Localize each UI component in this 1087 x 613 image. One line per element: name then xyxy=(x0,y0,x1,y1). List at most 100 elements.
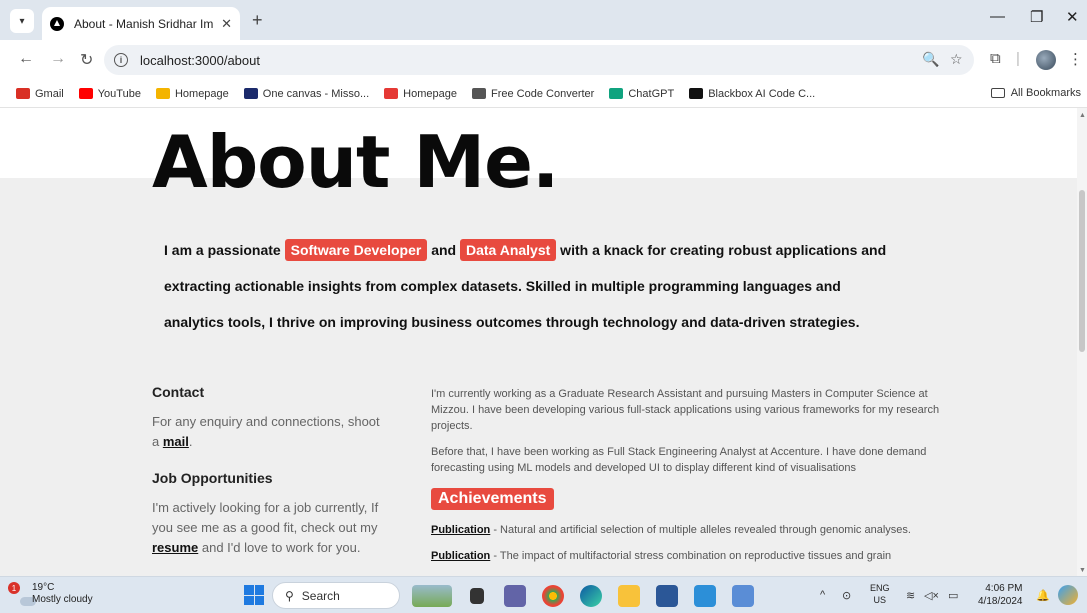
task-view-icon[interactable] xyxy=(470,588,484,604)
right-column: I'm currently working as a Graduate Rese… xyxy=(431,386,941,574)
tray-app-icon[interactable]: ⊙ xyxy=(842,589,851,602)
publication-text: - The impact of multifactorial stress co… xyxy=(490,550,892,562)
bookmark-item[interactable]: Free Code Converter xyxy=(472,88,594,100)
url-text[interactable]: localhost:3000/about xyxy=(140,53,260,68)
publication-link[interactable]: Publication xyxy=(431,524,490,536)
search-label: Search xyxy=(301,588,340,603)
bookmark-item[interactable]: Blackbox AI Code C... xyxy=(689,88,815,100)
address-bar[interactable]: i localhost:3000/about 🔍 ☆ xyxy=(104,45,974,75)
bookmark-favicon-icon xyxy=(609,88,624,99)
toolbar-divider: | xyxy=(1016,50,1020,67)
weather-text[interactable]: 19°C Mostly cloudy xyxy=(32,582,93,606)
bookmark-star-icon[interactable]: ☆ xyxy=(950,51,963,68)
edge-app-icon[interactable] xyxy=(580,585,602,607)
highlight-software-developer: Software Developer xyxy=(284,239,428,261)
highlight-data-analyst: Data Analyst xyxy=(460,239,557,261)
page-scrollbar[interactable]: ▲ ▼ xyxy=(1077,108,1087,576)
word-app-icon[interactable] xyxy=(656,585,678,607)
jobs-copy-end: and I'd love to work for you. xyxy=(198,540,361,555)
battery-icon[interactable]: ▭ xyxy=(948,589,958,602)
zoom-icon[interactable]: 🔍 xyxy=(922,51,939,68)
volume-icon[interactable]: ◁× xyxy=(924,589,939,602)
bookmark-label: Gmail xyxy=(35,87,64,100)
bookmark-item[interactable]: Gmail xyxy=(16,88,64,100)
scroll-down-icon[interactable]: ▼ xyxy=(1079,567,1086,574)
scroll-thumb[interactable] xyxy=(1079,190,1085,352)
bookmark-favicon-icon xyxy=(689,88,704,99)
widgets-app-icon[interactable] xyxy=(412,585,452,607)
bookmark-item[interactable]: Homepage xyxy=(155,87,229,100)
publication-link[interactable]: Publication xyxy=(431,550,490,562)
intro-text: I am a passionate xyxy=(164,242,285,258)
tab-bar: ▾ About - Manish Sridhar Immac ✕ + — ❐ ✕ xyxy=(0,0,1087,40)
windows-taskbar: 1 19°C Mostly cloudy ⚲ Search ^ ⊙ ENG US… xyxy=(0,576,1087,613)
region-code: US xyxy=(873,595,887,605)
wifi-icon[interactable]: ≋ xyxy=(906,589,915,602)
reload-icon[interactable]: ↻ xyxy=(80,50,93,70)
system-clock[interactable]: 4:06 PM 4/18/2024 xyxy=(978,582,1023,608)
bookmark-item[interactable]: ChatGPT xyxy=(609,88,674,100)
copilot-icon[interactable] xyxy=(1058,585,1078,605)
publication-item: Publication - Natural and artificial sel… xyxy=(431,522,941,538)
bookmark-label: YouTube xyxy=(97,87,141,100)
scroll-up-icon[interactable]: ▲ xyxy=(1079,112,1086,119)
page-content: About Me. I am a passionate Software Dev… xyxy=(0,108,1077,576)
chrome-app-icon[interactable] xyxy=(542,585,564,607)
achievements-heading: Achievements xyxy=(431,488,554,510)
all-bookmarks[interactable]: All Bookmarks xyxy=(990,87,1081,99)
intro-paragraph: I am a passionate Software Developer and… xyxy=(164,232,904,340)
clock-date: 4/18/2024 xyxy=(978,596,1023,607)
bookmark-item[interactable]: YouTube xyxy=(78,87,141,100)
taskbar-search[interactable]: ⚲ Search xyxy=(272,582,400,609)
intro-text: and xyxy=(427,242,460,258)
teams-app-icon[interactable] xyxy=(504,585,526,607)
contact-heading: Contact xyxy=(152,384,205,400)
menu-kebab-icon[interactable]: ⋮ xyxy=(1068,50,1083,68)
notification-bell-icon[interactable]: 🔔 xyxy=(1036,589,1050,602)
bookmark-label: Homepage xyxy=(174,87,229,100)
resume-link[interactable]: resume xyxy=(152,540,198,555)
tray-chevron-icon[interactable]: ^ xyxy=(820,589,825,601)
weather-condition: Mostly cloudy xyxy=(32,594,93,605)
publication-text: - Natural and artificial selection of mu… xyxy=(490,524,911,536)
bio-paragraph: I'm currently working as a Graduate Rese… xyxy=(431,388,940,432)
contact-period: . xyxy=(188,434,193,449)
profile-avatar[interactable] xyxy=(1036,50,1056,70)
vscode-app-icon[interactable] xyxy=(694,585,716,607)
search-icon: ⚲ xyxy=(285,588,294,603)
bookmark-label: Homepage xyxy=(403,87,457,100)
bookmark-item[interactable]: Homepage xyxy=(384,88,457,100)
bookmark-label: ChatGPT xyxy=(628,87,675,100)
windows-start-icon[interactable] xyxy=(244,585,264,605)
bookmark-item[interactable]: One canvas - Misso... xyxy=(243,87,370,100)
bookmark-label: One canvas - Misso... xyxy=(262,87,370,100)
back-arrow-icon[interactable]: ← xyxy=(18,50,34,68)
tab-title: About - Manish Sridhar Immac xyxy=(74,16,214,31)
file-explorer-icon[interactable] xyxy=(618,585,640,607)
all-bookmarks-label: All Bookmarks xyxy=(1010,87,1081,99)
extensions-icon[interactable]: ⧉ xyxy=(990,50,1001,67)
tab-close-icon[interactable]: ✕ xyxy=(221,16,232,32)
photos-app-icon[interactable] xyxy=(732,585,754,607)
minimize-button[interactable]: — xyxy=(990,8,1005,25)
new-tab-button[interactable]: + xyxy=(252,10,263,31)
contact-text: For any enquiry and connections, shoot a… xyxy=(152,412,387,452)
job-opportunities-text: I'm actively looking for a job currently… xyxy=(152,498,387,558)
left-column: Contact For any enquiry and connections,… xyxy=(152,384,387,558)
weather-badge: 1 xyxy=(8,582,20,594)
tab-search-chevron-icon[interactable]: ▾ xyxy=(10,9,34,33)
job-opportunities-heading: Job Opportunities xyxy=(152,470,273,486)
forward-arrow-icon[interactable]: → xyxy=(50,50,66,68)
bookmark-favicon-icon xyxy=(155,88,170,99)
restore-button[interactable]: ❐ xyxy=(1030,8,1043,26)
bookmark-favicon-icon xyxy=(16,88,30,99)
bookmark-favicon-icon xyxy=(472,88,486,99)
language-indicator[interactable]: ENG US xyxy=(870,582,890,606)
browser-tab-about[interactable]: About - Manish Sridhar Immac ✕ xyxy=(42,7,240,40)
bookmark-favicon-icon xyxy=(384,88,399,99)
jobs-copy: I'm actively looking for a job currently… xyxy=(152,500,379,535)
close-window-button[interactable]: ✕ xyxy=(1066,8,1079,26)
mail-link[interactable]: mail xyxy=(163,434,189,449)
browser-toolbar: ← → ↻ i localhost:3000/about 🔍 ☆ ⧉ | ⋮ xyxy=(0,40,1087,80)
site-info-icon[interactable]: i xyxy=(114,53,128,67)
